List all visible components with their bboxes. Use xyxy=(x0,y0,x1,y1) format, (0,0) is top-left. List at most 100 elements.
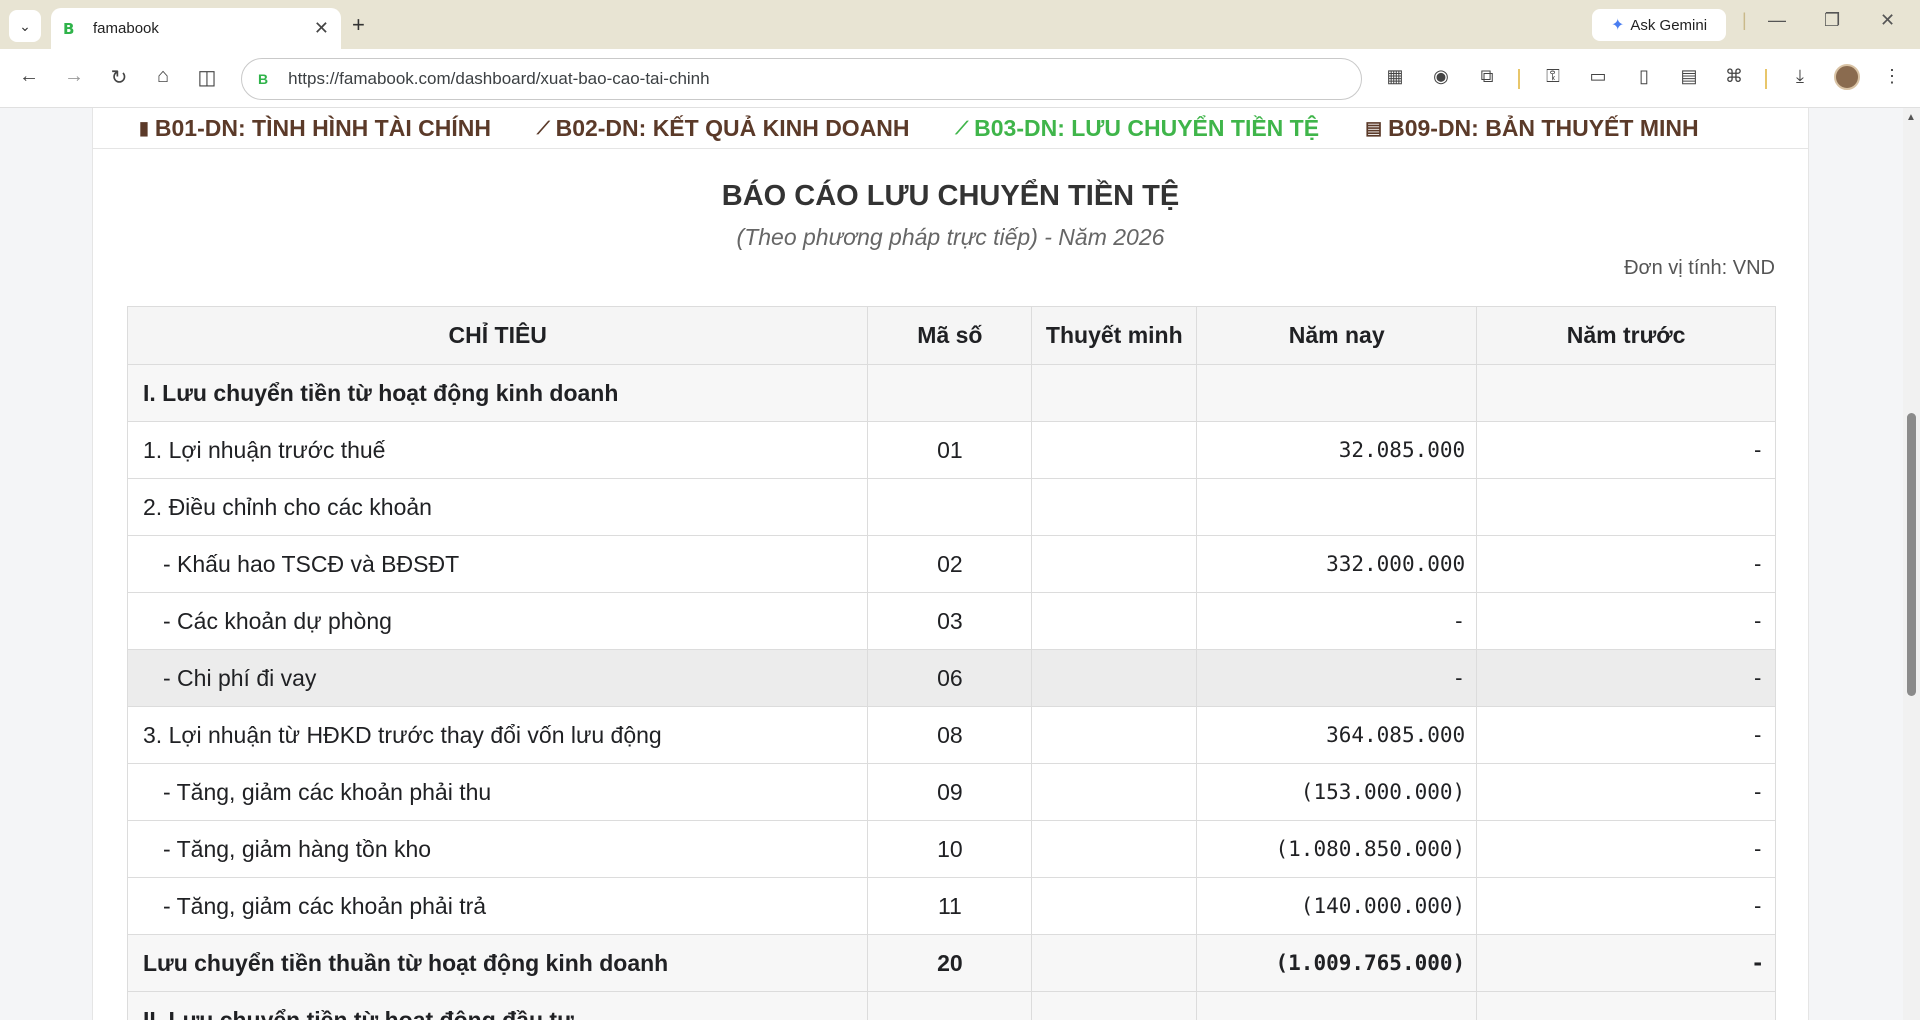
row-current-year-value xyxy=(1196,478,1478,536)
tab-title: famabook xyxy=(93,20,159,37)
table-row: - Các khoản dự phòng 03 - - xyxy=(126,592,1776,650)
payment-card-icon[interactable]: ▭ xyxy=(1586,66,1610,87)
row-previous-year-value: - xyxy=(1476,649,1776,707)
menu-kebab-icon[interactable]: ⋮ xyxy=(1880,66,1904,87)
url-text[interactable]: https://famabook.com/dashboard/xuat-bao-… xyxy=(288,69,709,89)
row-indicator-name: I. Lưu chuyển tiền từ hoạt động kinh doa… xyxy=(126,364,869,422)
ask-gemini-label: Ask Gemini xyxy=(1630,16,1708,34)
home-icon[interactable]: ⌂ xyxy=(150,65,176,88)
close-icon[interactable]: ✕ xyxy=(314,18,329,39)
tab-b01-label: B01-DN: TÌNH HÌNH TÀI CHÍNH xyxy=(154,114,491,141)
table-row: Lưu chuyển tiền thuần từ hoạt động kinh … xyxy=(126,934,1776,992)
trend-line-icon: ⟋ xyxy=(955,117,969,138)
row-previous-year-value: - xyxy=(1476,934,1776,992)
row-indicator-name: II. Lưu chuyển tiền từ hoạt động đầu tư xyxy=(126,991,869,1020)
row-indicator-name: Lưu chuyển tiền thuần từ hoạt động kinh … xyxy=(126,934,869,992)
row-note xyxy=(1031,991,1198,1020)
row-note xyxy=(1031,649,1198,707)
row-code xyxy=(867,364,1033,422)
screenshot-icon[interactable]: ◉ xyxy=(1429,66,1453,87)
row-indicator-name: 2. Điều chỉnh cho các khoản xyxy=(126,478,869,536)
report-title: BÁO CÁO LƯU CHUYỂN TIỀN TỆ xyxy=(721,180,1180,212)
extensions-icon[interactable]: ⧉ xyxy=(1475,66,1499,87)
tab-search-button[interactable]: ⌄ xyxy=(9,10,41,42)
download-icon[interactable]: ⤓ xyxy=(1788,66,1812,87)
table-row: - Tăng, giảm các khoản phải thu 09 (153.00… xyxy=(126,763,1776,821)
password-key-icon[interactable]: ⚿ xyxy=(1541,66,1565,87)
incognito-icon[interactable]: ⌘ xyxy=(1722,66,1746,87)
table-row: I. Lưu chuyển tiền từ hoạt động kinh doa… xyxy=(126,364,1776,422)
qr-code-icon[interactable]: ▦ xyxy=(1383,66,1407,87)
page-scrollbar[interactable]: ▲ xyxy=(1903,108,1920,1020)
header-indicator: CHỈ TIÊU xyxy=(126,306,869,365)
report-card: ▮ B01-DN: TÌNH HÌNH TÀI CHÍNH ⟋ B02-DN: … xyxy=(92,108,1809,1020)
row-current-year-value: - xyxy=(1196,592,1478,650)
tab-b02[interactable]: ⟋ B02-DN: KẾT QUẢ KINH DOANH xyxy=(537,115,910,142)
window-close-icon[interactable]: ✕ xyxy=(1880,10,1895,31)
row-code: 08 xyxy=(867,706,1033,764)
header-previous-year: Năm trước xyxy=(1476,306,1776,365)
header-code: Mã số xyxy=(867,306,1033,365)
row-indicator-name: - Tăng, giảm hàng tồn kho xyxy=(126,820,869,878)
header-note: Thuyết minh xyxy=(1031,306,1198,365)
row-current-year-value: 32.085.000 xyxy=(1196,421,1478,479)
table-row: - Tăng, giảm các khoản phải trả 11 (140.00… xyxy=(126,877,1776,935)
table-row: 2. Điều chỉnh cho các khoản xyxy=(126,478,1776,536)
browser-toolbar: ← → ↻ ⌂ ◫ B https://famabook.com/dashboa… xyxy=(0,49,1920,108)
table-row: 1. Lợi nhuận trước thuế 01 32.085.000- xyxy=(126,421,1776,479)
scroll-up-arrow-icon[interactable]: ▲ xyxy=(1906,112,1916,123)
split-view-icon[interactable]: ◫ xyxy=(194,65,220,90)
cashflow-table: CHỈ TIÊU Mã số Thuyết minh Năm nay Năm t… xyxy=(126,306,1776,1020)
row-code: 06 xyxy=(867,649,1033,707)
row-note xyxy=(1031,478,1198,536)
new-tab-plus-icon[interactable]: + xyxy=(352,12,365,38)
table-row: - Tăng, giảm hàng tồn kho 10 (1.080.850.00… xyxy=(126,820,1776,878)
minimize-icon[interactable]: — xyxy=(1768,10,1786,31)
row-current-year-value xyxy=(1196,991,1478,1020)
page-viewport: ▮ B01-DN: TÌNH HÌNH TÀI CHÍNH ⟋ B02-DN: … xyxy=(0,108,1903,1020)
table-row: 3. Lợi nhuận từ HĐKD trước thay đổi vốn … xyxy=(126,706,1776,764)
row-current-year-value: (1.009.765.000) xyxy=(1196,934,1478,992)
report-subtitle: (Theo phương pháp trực tiếp) - Năm 2026 xyxy=(736,224,1165,250)
divider: | xyxy=(1742,10,1747,30)
back-arrow-icon[interactable]: ← xyxy=(16,65,42,88)
forward-arrow-icon[interactable]: → xyxy=(61,65,87,88)
row-current-year-value: (140.000.000) xyxy=(1196,877,1478,935)
row-previous-year-value: - xyxy=(1476,877,1776,935)
tab-b01[interactable]: ▮ B01-DN: TÌNH HÌNH TÀI CHÍNH xyxy=(139,115,491,142)
tab-layout-icon[interactable]: ▤ xyxy=(1677,66,1701,87)
tab-b09-label: B09-DN: BẢN THUYẾT MINH xyxy=(1388,114,1699,141)
row-code: 03 xyxy=(867,592,1033,650)
tab-b03-label: B03-DN: LƯU CHUYỂN TIỀN TỆ xyxy=(974,114,1320,141)
row-code: 10 xyxy=(867,820,1033,878)
profile-avatar[interactable] xyxy=(1834,64,1860,90)
row-code xyxy=(867,991,1033,1020)
address-bar[interactable]: B https://famabook.com/dashboard/xuat-ba… xyxy=(241,58,1362,100)
table-row: - Chi phí đi vay 06 - - xyxy=(126,649,1776,707)
row-indicator-name: - Chi phí đi vay xyxy=(126,649,869,707)
row-previous-year-value xyxy=(1476,991,1776,1020)
row-indicator-name: - Các khoản dự phòng xyxy=(126,592,869,650)
row-previous-year-value: - xyxy=(1476,820,1776,878)
famabook-favicon-icon: B xyxy=(63,19,75,38)
table-row: II. Lưu chuyển tiền từ hoạt động đầu tư xyxy=(126,991,1776,1020)
row-note xyxy=(1031,877,1198,935)
scrollbar-thumb[interactable] xyxy=(1907,413,1916,696)
chevron-down-icon: ⌄ xyxy=(19,17,31,34)
row-note xyxy=(1031,364,1198,422)
restore-icon[interactable]: ❐ xyxy=(1824,10,1840,31)
tab-b03[interactable]: ⟋ B03-DN: LƯU CHUYỂN TIỀN TỆ xyxy=(956,115,1320,142)
row-note xyxy=(1031,820,1198,878)
site-info-icon[interactable]: B xyxy=(258,71,268,87)
ask-gemini-button[interactable]: ✦ Ask Gemini xyxy=(1592,9,1726,41)
browser-tabstrip: ⌄ B famabook ✕ + ✦ Ask Gemini | — ❐ ✕ xyxy=(0,0,1920,49)
row-code: 09 xyxy=(867,763,1033,821)
header-current-year: Năm nay xyxy=(1196,306,1478,365)
browser-tab[interactable]: B famabook ✕ xyxy=(51,8,341,49)
reading-mode-icon[interactable]: ▯ xyxy=(1632,66,1656,87)
table-row: - Khấu hao TSCĐ và BĐSĐT 02 332.000.000- xyxy=(126,535,1776,593)
reload-icon[interactable]: ↻ xyxy=(106,65,132,90)
tab-b09[interactable]: ▤ B09-DN: BẢN THUYẾT MINH xyxy=(1365,115,1699,142)
row-previous-year-value: - xyxy=(1476,763,1776,821)
table-header-row: CHỈ TIÊU Mã số Thuyết minh Năm nay Năm t… xyxy=(126,306,1776,365)
